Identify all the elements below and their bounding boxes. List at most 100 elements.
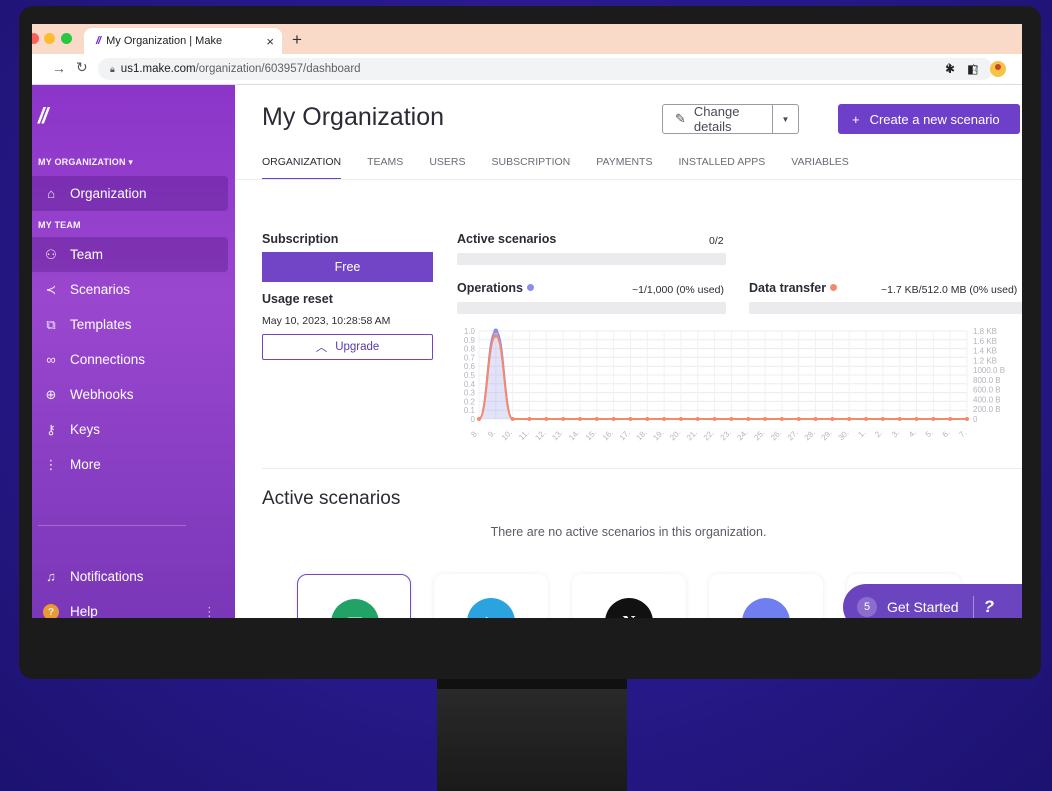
url-host: us1.make.com <box>120 63 196 75</box>
data-transfer-point <box>729 417 734 421</box>
chart-x-tick: 12. <box>533 428 547 442</box>
link-icon: ∞ <box>46 352 56 367</box>
active-scenarios-value: 0/2 <box>709 235 724 247</box>
share-icon: ≺ <box>45 281 57 297</box>
sidepanel-icon[interactable]: ◧ <box>967 62 978 76</box>
sidebar-item-label: Webhooks <box>70 387 134 402</box>
tab-users[interactable]: USERS <box>429 156 465 180</box>
main-content: My Organization ✎ Change details ▼ + Cre… <box>235 85 1022 618</box>
tab-variables[interactable]: VARIABLES <box>791 156 849 180</box>
create-scenario-label: Create a new scenario <box>869 111 1000 127</box>
data-transfer-point <box>880 417 885 421</box>
profile-avatar[interactable] <box>990 61 1007 77</box>
data-transfer-point <box>830 417 835 421</box>
minimize-window-button[interactable] <box>44 33 55 44</box>
upgrade-label: Upgrade <box>335 341 380 353</box>
help-icon: ? <box>43 604 59 618</box>
data-transfer-point <box>813 417 818 421</box>
puzzle-icon: ⧉ <box>46 316 56 332</box>
chevron-down-icon[interactable]: ▼ <box>772 105 798 133</box>
sidebar-item-templates[interactable]: ⧉ Templates <box>32 307 228 342</box>
sidebar-item-organization[interactable]: ⌂ Organization <box>32 176 228 211</box>
app-card-telegram[interactable]: ➤ <box>434 574 548 618</box>
chart-x-tick: 14. <box>567 428 581 442</box>
sidebar-item-label: Organization <box>70 186 147 201</box>
chart-y-left-tick: 0.4 <box>464 380 476 389</box>
chart-x-tick: 16. <box>601 428 615 442</box>
data-transfer-point <box>695 417 700 421</box>
sidebar-item-webhooks[interactable]: ⊕ Webhooks <box>32 377 228 412</box>
chart-y-right-tick: 400.0 B <box>973 395 1001 404</box>
data-transfer-label: Data transfer <box>749 281 838 295</box>
help-menu-icon[interactable]: ⋮ <box>203 604 216 619</box>
extensions-icon[interactable]: ✱ <box>945 62 955 76</box>
operations-value: ~1/1,000 (0% used) <box>632 284 724 296</box>
app-card-notion[interactable]: N <box>572 574 686 618</box>
make-logo[interactable]: // <box>38 103 48 129</box>
chart-x-tick: 21. <box>685 428 699 442</box>
change-details-button[interactable]: ✎ Change details ▼ <box>662 104 799 134</box>
chart-y-left-tick: 0.1 <box>464 406 476 415</box>
data-transfer-point <box>914 417 919 421</box>
get-started-button[interactable]: 5 Get Started ? <box>843 584 1022 618</box>
chart-y-left-tick: 0.8 <box>464 345 476 354</box>
sidebar-item-label: Help <box>70 604 98 618</box>
org-switcher[interactable]: MY ORGANIZATION ▾ <box>38 157 133 168</box>
plus-icon: + <box>852 111 860 127</box>
data-transfer-point <box>796 417 801 421</box>
sidebar-item-scenarios[interactable]: ≺ Scenarios <box>32 272 228 307</box>
sidebar-item-notifications[interactable]: ♫ Notifications <box>32 559 228 594</box>
tab-subscription[interactable]: SUBSCRIPTION <box>492 156 571 180</box>
chart-y-right-tick: 1000.0 B <box>973 366 1005 375</box>
app-card-discord[interactable]: ◕ <box>709 574 823 618</box>
sidebar-item-help[interactable]: ? Help ⋮ <box>32 594 228 618</box>
tabs-divider <box>235 179 1022 180</box>
upgrade-button[interactable]: ︿ Upgrade <box>262 334 433 360</box>
chart-x-tick: 2. <box>873 428 884 439</box>
close-window-button[interactable] <box>32 33 39 44</box>
active-scenarios-label: Active scenarios <box>457 232 557 246</box>
data-transfer-point <box>477 417 481 421</box>
sidebar-item-more[interactable]: ⋮ More <box>32 447 228 482</box>
create-scenario-button[interactable]: + Create a new scenario <box>838 104 1020 134</box>
reload-icon[interactable]: ↻ <box>76 59 88 76</box>
browser-tab[interactable]: // My Organization | Make × <box>84 28 282 54</box>
data-transfer-point <box>678 417 683 421</box>
get-started-separator <box>972 596 974 618</box>
sidebar-item-connections[interactable]: ∞ Connections <box>32 342 228 377</box>
usage-reset-date: May 10, 2023, 10:28:58 AM <box>262 315 391 327</box>
address-bar[interactable]: 🔒︎ us1.make.com/organization/603957/dash… <box>98 58 993 80</box>
new-tab-button[interactable]: + <box>292 30 302 50</box>
operations-legend-dot <box>527 284 534 291</box>
data-transfer-point <box>864 417 869 421</box>
data-transfer-point <box>746 417 751 421</box>
sidebar-item-keys[interactable]: ⚷ Keys <box>32 412 228 447</box>
chart-x-tick: 4. <box>907 428 918 439</box>
chevron-up-icon: ︿ <box>315 342 328 354</box>
get-started-label: Get Started <box>887 599 959 615</box>
tab-close-icon[interactable]: × <box>266 34 274 49</box>
forward-icon[interactable]: → <box>52 60 66 76</box>
operations-meter <box>457 302 726 314</box>
chart-x-tick: 8. <box>469 428 480 439</box>
chart-x-tick: 11. <box>517 428 531 442</box>
monitor-stand <box>437 679 627 791</box>
tab-installed-apps[interactable]: INSTALLED APPS <box>678 156 765 180</box>
app-card-google-sheets[interactable]: ▦ <box>297 574 411 618</box>
tab-payments[interactable]: PAYMENTS <box>596 156 652 180</box>
chart-y-left-tick: 0.5 <box>464 371 476 380</box>
tab-teams[interactable]: TEAMS <box>367 156 403 180</box>
edit-icon: ✎ <box>675 111 686 126</box>
sidebar-item-team[interactable]: ⚇ Team <box>32 237 228 272</box>
maximize-window-button[interactable] <box>61 33 72 44</box>
tab-organization[interactable]: ORGANIZATION <box>262 156 342 180</box>
sidebar-item-label: Connections <box>70 352 146 367</box>
browser-toolbar: → ↻ 🔒︎ us1.make.com/organization/603957/… <box>32 54 1022 85</box>
data-transfer-point <box>544 417 549 421</box>
sidebar-item-label: Notifications <box>70 569 144 584</box>
chart-x-tick: 29. <box>820 428 834 442</box>
help-chat-icon: ? <box>983 597 994 616</box>
chart-x-tick: 26. <box>769 428 783 442</box>
chart-x-tick: 13. <box>550 428 564 442</box>
chart-x-tick: 6. <box>941 428 952 439</box>
